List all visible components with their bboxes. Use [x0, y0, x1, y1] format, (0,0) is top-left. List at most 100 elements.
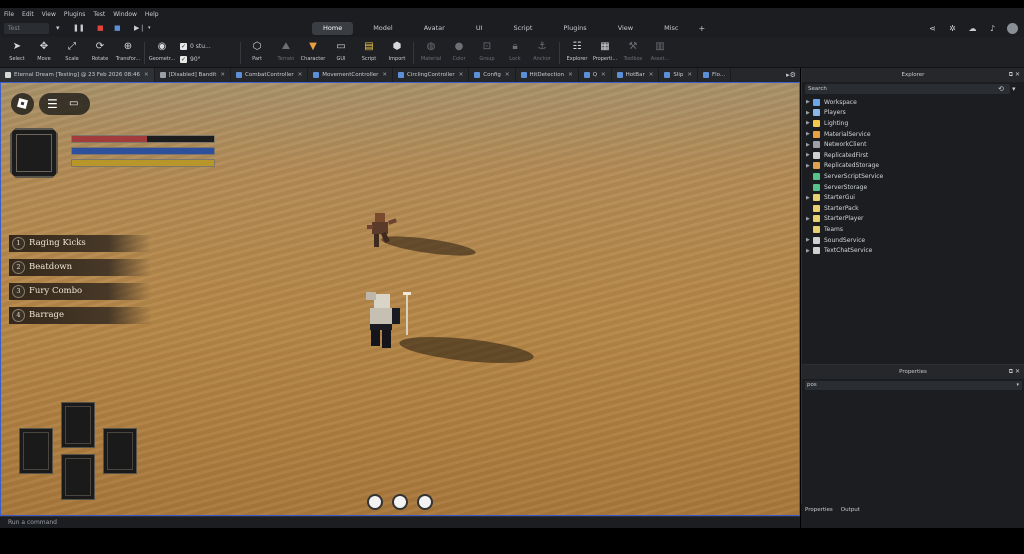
- client-server-icon[interactable]: ■: [114, 23, 121, 34]
- menu-test[interactable]: Test: [93, 11, 105, 18]
- doc-tab-flo[interactable]: Flo...: [698, 68, 732, 82]
- step-icon[interactable]: ▶❘: [134, 23, 145, 34]
- history-icon[interactable]: ⟲: [998, 84, 1004, 94]
- explorer-item-serverscriptservice[interactable]: ServerScriptService: [806, 171, 883, 182]
- explorer-item-materialservice[interactable]: ▶ MaterialService: [806, 129, 883, 140]
- tab-view[interactable]: View: [607, 22, 644, 35]
- explorer-item-replicatedfirst[interactable]: ▶ ReplicatedFirst: [806, 150, 883, 161]
- pause-icon[interactable]: ❚❚: [73, 23, 85, 34]
- properties-filter-input[interactable]: pos ▾: [805, 381, 1022, 390]
- close-icon[interactable]: ✕: [298, 68, 303, 82]
- select-tool[interactable]: ➤ Select: [3, 40, 31, 62]
- doc-tab-config[interactable]: Config ✕: [469, 68, 516, 82]
- close-icon[interactable]: ✕: [144, 68, 149, 82]
- stop-icon[interactable]: ■: [97, 23, 104, 34]
- material-tool[interactable]: ◍ Material: [417, 40, 445, 62]
- close-icon[interactable]: ✕: [601, 68, 606, 82]
- filter-dropdown-icon[interactable]: ▾: [1012, 84, 1016, 94]
- collaborate-icon[interactable]: ✲: [947, 23, 958, 34]
- rotate-tool[interactable]: ⟳ Rotate: [86, 40, 114, 62]
- explorer-item-lighting[interactable]: ▶ Lighting: [806, 118, 883, 129]
- rotate-snap-checkbox[interactable]: ✓: [180, 55, 187, 63]
- tab-misc[interactable]: Misc: [653, 22, 689, 35]
- equipment-slot-left[interactable]: [19, 428, 53, 474]
- chevron-right-icon[interactable]: ▶: [806, 99, 813, 105]
- character-tool[interactable]: ▼ Character: [299, 40, 327, 62]
- tab-ui[interactable]: UI: [465, 22, 494, 35]
- move-tool[interactable]: ✥ Move: [30, 40, 58, 62]
- close-icon[interactable]: ✕: [687, 68, 692, 82]
- doc-tab-circlingcontroller[interactable]: CirclingController ✕: [393, 68, 470, 82]
- page-dot-1[interactable]: [367, 494, 383, 510]
- explorer-item-players[interactable]: ▶ Players: [806, 108, 883, 119]
- menu-file[interactable]: File: [4, 11, 14, 18]
- color-tool[interactable]: ● Color: [445, 40, 473, 62]
- doc-tab-combatcontroller[interactable]: CombatController ✕: [231, 68, 309, 82]
- avatar[interactable]: [1007, 23, 1018, 34]
- play-options-icon[interactable]: ▾: [56, 23, 60, 34]
- tab-output[interactable]: Output: [837, 504, 864, 516]
- close-icon[interactable]: ✕: [505, 68, 510, 82]
- chevron-down-icon[interactable]: ▾: [1016, 381, 1019, 390]
- tab-home[interactable]: Home: [312, 22, 354, 35]
- equipment-slot-top[interactable]: [61, 402, 95, 448]
- skill-slot-4[interactable]: 4 Barrage: [9, 307, 151, 324]
- geometry-tool[interactable]: ◉ Geometr...: [148, 40, 176, 62]
- notification-icon[interactable]: ♪: [987, 23, 998, 34]
- add-tab-button[interactable]: +: [699, 22, 706, 35]
- roblox-menu-button[interactable]: [11, 93, 34, 115]
- tab-overflow-gear-icon[interactable]: ▸⚙: [782, 68, 800, 82]
- explorer-tool[interactable]: ☷ Explorer: [563, 40, 591, 62]
- command-bar[interactable]: Run a command: [0, 516, 800, 528]
- toolbox-tool[interactable]: ⚒ Toolbox: [619, 40, 647, 62]
- skill-slot-2[interactable]: 2 Beatdown: [9, 259, 151, 276]
- doc-tab-slip[interactable]: Slip ✕: [659, 68, 698, 82]
- chevron-right-icon[interactable]: ▶: [806, 142, 813, 148]
- gui-tool[interactable]: ▭ GUI: [327, 40, 355, 62]
- scale-tool[interactable]: ⤢ Scale: [58, 40, 86, 62]
- explorer-item-replicatedstorage[interactable]: ▶ ReplicatedStorage: [806, 161, 883, 172]
- hamburger-icon[interactable]: ☰: [47, 93, 58, 115]
- doc-tab-q[interactable]: Q ✕: [579, 68, 612, 82]
- part-tool[interactable]: ⬡ Part: [243, 40, 271, 62]
- transform-tool[interactable]: ⊕ Transfor...: [114, 40, 142, 62]
- doc-tab-hitdetection[interactable]: HitDetection ✕: [516, 68, 579, 82]
- move-snap-value[interactable]: 0 stu...: [190, 43, 211, 50]
- close-icon[interactable]: ✕: [459, 68, 464, 82]
- tab-avatar[interactable]: Avatar: [413, 22, 456, 35]
- tab-script[interactable]: Script: [503, 22, 544, 35]
- cloud-icon[interactable]: ☁: [967, 23, 978, 34]
- skill-slot-3[interactable]: 3 Fury Combo: [9, 283, 151, 300]
- panel-controls[interactable]: ⧉ ✕: [1009, 68, 1020, 82]
- close-icon[interactable]: ✕: [220, 68, 225, 82]
- doc-tab-movementcontroller[interactable]: MovementController ✕: [308, 68, 394, 82]
- explorer-item-networkclient[interactable]: ▶ NetworkClient: [806, 139, 883, 150]
- share-icon[interactable]: ⋖: [927, 23, 938, 34]
- skill-slot-1[interactable]: 1 Raging Kicks: [9, 235, 151, 252]
- explorer-item-starterpack[interactable]: StarterPack: [806, 203, 883, 214]
- anchor-tool[interactable]: ⚓︎ Anchor: [528, 40, 556, 62]
- explorer-item-serverstorage[interactable]: ServerStorage: [806, 182, 883, 193]
- equipment-slot-bottom[interactable]: [61, 454, 95, 500]
- doc-tab-bandit[interactable]: [Disabled] Bandit ✕: [155, 68, 231, 82]
- chevron-right-icon[interactable]: ▶: [806, 248, 813, 254]
- script-tool[interactable]: ▤ Script: [355, 40, 383, 62]
- properties-tool[interactable]: ▦ Properti...: [591, 40, 619, 62]
- tab-plugins[interactable]: Plugins: [552, 22, 597, 35]
- step-options-icon[interactable]: ▾: [148, 23, 151, 34]
- menu-view[interactable]: View: [42, 11, 56, 18]
- chevron-right-icon[interactable]: ▶: [806, 131, 813, 137]
- test-mode-select[interactable]: Test: [4, 23, 49, 34]
- chevron-right-icon[interactable]: ▶: [806, 195, 813, 201]
- player-character[interactable]: [358, 288, 414, 354]
- terrain-tool[interactable]: ⛰ Terrain: [272, 40, 300, 62]
- doc-tab-hotbar[interactable]: HotBar ✕: [612, 68, 660, 82]
- explorer-search-input[interactable]: Search: [805, 84, 1010, 94]
- equipment-slot-right[interactable]: [103, 428, 137, 474]
- page-dot-3[interactable]: [417, 494, 433, 510]
- game-viewport[interactable]: ☰ ▭ 1 Raging Kicks 2 Beatdown 3 Fury Combo …: [0, 82, 800, 516]
- menu-edit[interactable]: Edit: [22, 11, 34, 18]
- panel-controls[interactable]: ⧉ ✕: [1009, 365, 1020, 379]
- lock-tool[interactable]: 🔒︎ Lock: [501, 40, 529, 62]
- explorer-item-soundservice[interactable]: ▶ SoundService: [806, 235, 883, 246]
